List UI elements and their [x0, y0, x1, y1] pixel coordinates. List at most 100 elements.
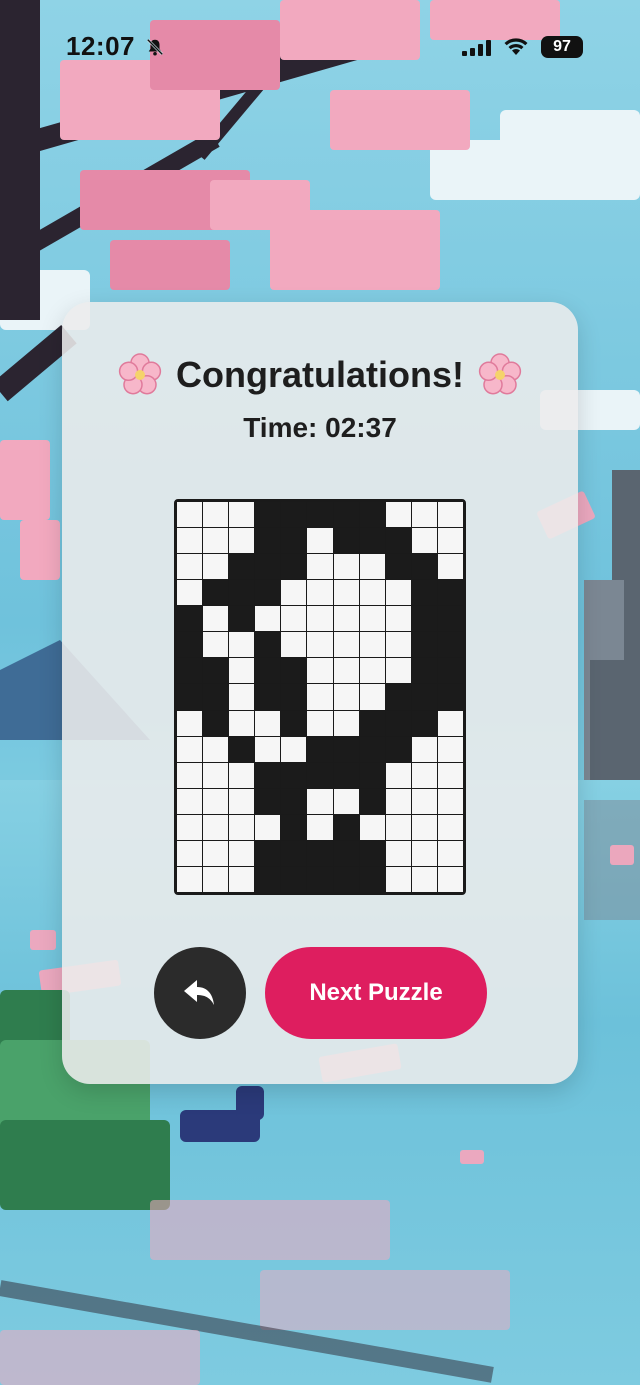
grid-cell-empty	[255, 606, 281, 632]
grid-cell-empty	[177, 554, 203, 580]
grid-cell-filled	[411, 684, 437, 710]
grid-cell-empty	[229, 814, 255, 840]
grid-cell-filled	[255, 658, 281, 684]
grid-cell-empty	[177, 814, 203, 840]
grid-cell-empty	[177, 840, 203, 866]
grid-cell-filled	[255, 554, 281, 580]
grid-cell-filled	[359, 840, 385, 866]
grid-cell-filled	[333, 502, 359, 528]
grid-cell-empty	[333, 658, 359, 684]
grid-cell-filled	[281, 840, 307, 866]
undo-button[interactable]	[154, 947, 246, 1039]
grid-cell-empty	[437, 762, 463, 788]
grid-cell-filled	[203, 710, 229, 736]
grid-cell-empty	[229, 528, 255, 554]
congratulations-dialog: Congratulations! Time: 02:37 Next Puzzle	[62, 302, 578, 1084]
grid-cell-filled	[437, 606, 463, 632]
grid-cell-filled	[385, 736, 411, 762]
status-time: 12:07	[66, 31, 135, 61]
grid-cell-empty	[203, 840, 229, 866]
grid-cell-filled	[359, 710, 385, 736]
grid-cell-filled	[333, 866, 359, 892]
grid-cell-empty	[307, 632, 333, 658]
grid-cell-empty	[203, 762, 229, 788]
grid-cell-empty	[333, 580, 359, 606]
grid-cell-filled	[229, 606, 255, 632]
grid-cell-empty	[177, 866, 203, 892]
grid-cell-empty	[307, 814, 333, 840]
grid-cell-empty	[177, 710, 203, 736]
grid-cell-empty	[255, 736, 281, 762]
battery-icon: 97	[541, 36, 583, 58]
grid-cell-filled	[385, 684, 411, 710]
grid-cell-empty	[333, 788, 359, 814]
grid-cell-filled	[307, 866, 333, 892]
grid-cell-filled	[359, 788, 385, 814]
grid-cell-empty	[307, 554, 333, 580]
grid-cell-empty	[359, 658, 385, 684]
time-label: Time:	[243, 412, 318, 443]
grid-cell-empty	[203, 606, 229, 632]
grid-cell-filled	[281, 554, 307, 580]
undo-arrow-icon	[184, 980, 214, 1005]
grid-cell-filled	[255, 840, 281, 866]
grid-cell-filled	[281, 788, 307, 814]
grid-cell-empty	[385, 788, 411, 814]
grid-cell-filled	[359, 762, 385, 788]
grid-cell-empty	[437, 710, 463, 736]
grid-cell-empty	[385, 866, 411, 892]
grid-cell-filled	[177, 684, 203, 710]
grid-cell-filled	[229, 580, 255, 606]
grid-cell-empty	[307, 658, 333, 684]
dialog-title: Congratulations!	[176, 354, 464, 395]
grid-cell-empty	[437, 502, 463, 528]
grid-cell-filled	[411, 710, 437, 736]
grid-cell-filled	[255, 580, 281, 606]
grid-cell-filled	[333, 528, 359, 554]
grid-cell-empty	[229, 502, 255, 528]
cherry-blossom-icon	[478, 353, 522, 395]
grid-cell-empty	[333, 684, 359, 710]
grid-cell-empty	[281, 632, 307, 658]
grid-cell-empty	[229, 866, 255, 892]
grid-cell-empty	[385, 632, 411, 658]
grid-cell-empty	[359, 684, 385, 710]
grid-cell-filled	[281, 762, 307, 788]
grid-cell-empty	[307, 788, 333, 814]
status-bar: 12:07 97	[0, 0, 640, 90]
grid-cell-empty	[385, 840, 411, 866]
grid-cell-filled	[255, 762, 281, 788]
grid-cell-empty	[411, 736, 437, 762]
grid-cell-filled	[333, 840, 359, 866]
grid-cell-filled	[411, 658, 437, 684]
dialog-title-row: Congratulations!	[62, 350, 578, 400]
grid-cell-empty	[411, 788, 437, 814]
cherry-blossom-icon	[118, 353, 162, 395]
grid-cell-filled	[281, 814, 307, 840]
grid-cell-filled	[437, 684, 463, 710]
grid-cell-empty	[307, 606, 333, 632]
grid-cell-empty	[437, 788, 463, 814]
grid-cell-empty	[203, 632, 229, 658]
grid-cell-empty	[229, 840, 255, 866]
grid-cell-filled	[411, 554, 437, 580]
elapsed-time: Time: 02:37	[62, 412, 578, 444]
grid-cell-empty	[203, 554, 229, 580]
next-puzzle-button[interactable]: Next Puzzle	[265, 947, 487, 1039]
grid-cell-filled	[281, 710, 307, 736]
grid-cell-empty	[281, 580, 307, 606]
grid-cell-filled	[333, 762, 359, 788]
grid-cell-empty	[437, 528, 463, 554]
grid-cell-filled	[177, 658, 203, 684]
grid-cell-filled	[203, 658, 229, 684]
grid-cell-filled	[255, 502, 281, 528]
grid-cell-empty	[385, 502, 411, 528]
grid-cell-empty	[359, 554, 385, 580]
grid-cell-empty	[359, 814, 385, 840]
grid-cell-empty	[177, 788, 203, 814]
grid-cell-empty	[359, 606, 385, 632]
grid-cell-filled	[359, 528, 385, 554]
grid-cell-empty	[307, 580, 333, 606]
grid-cell-empty	[385, 658, 411, 684]
grid-cell-filled	[411, 580, 437, 606]
